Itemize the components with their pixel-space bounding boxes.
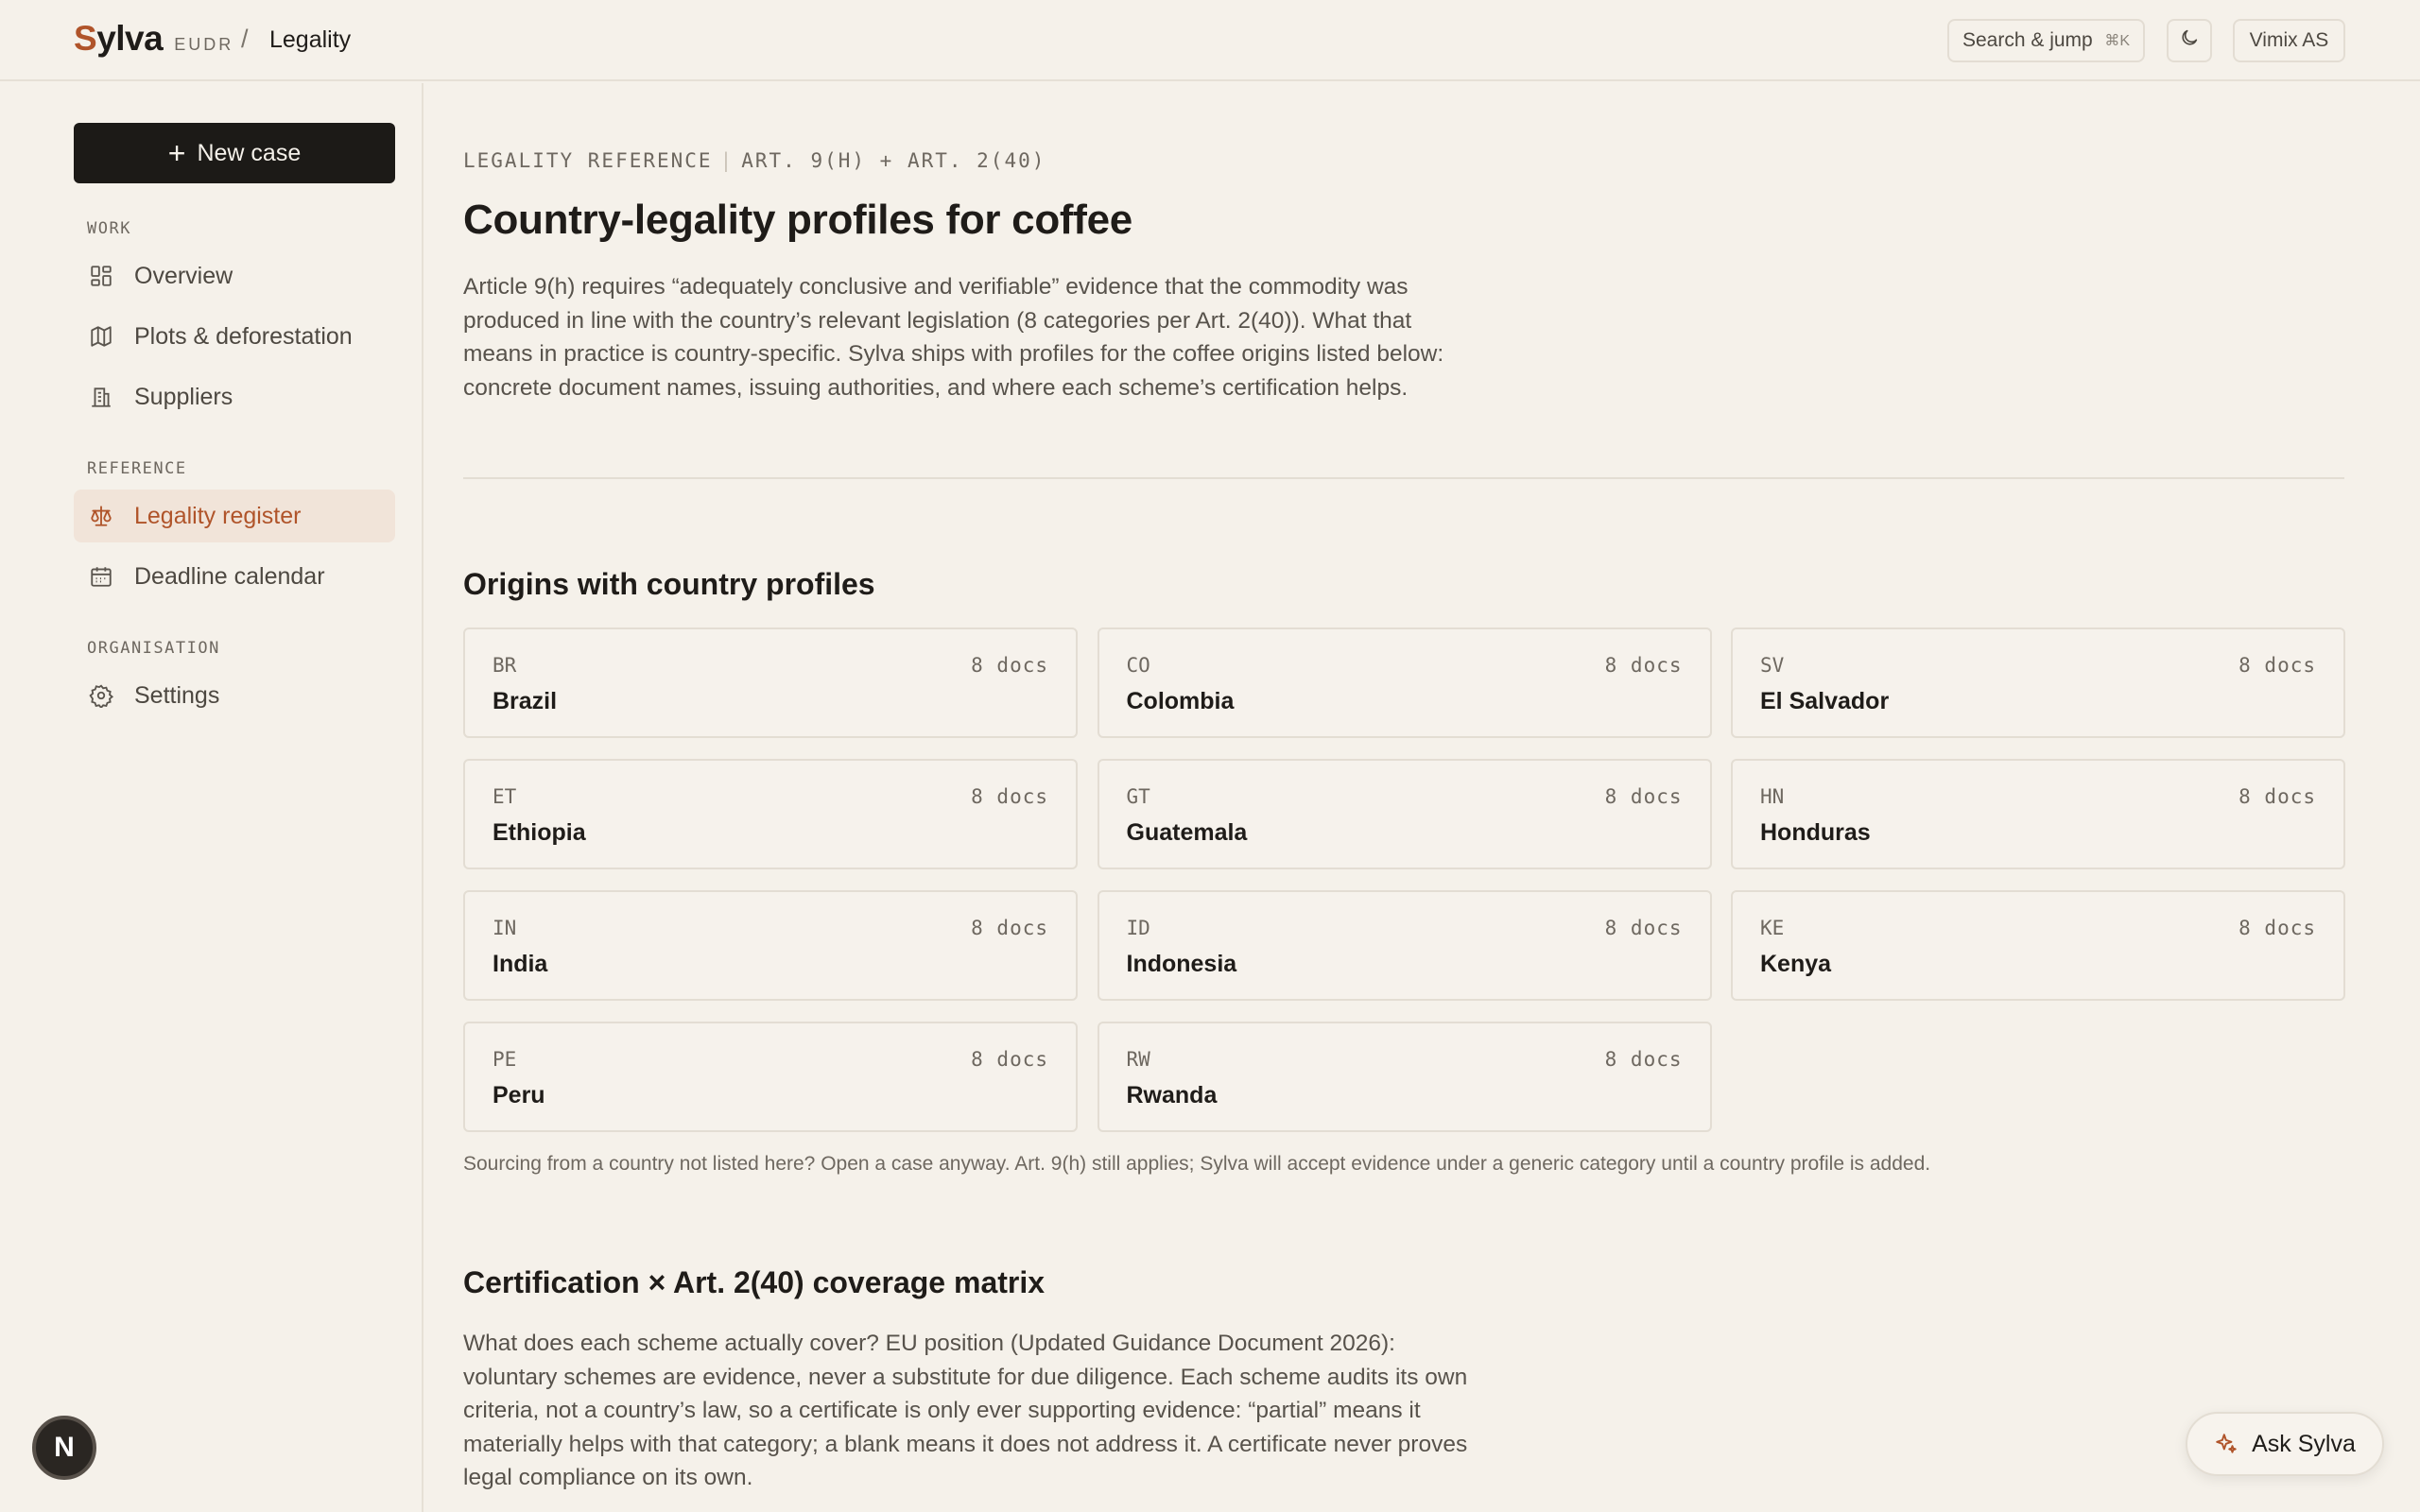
search-shortcut: ⌘K [2104,33,2130,49]
page-title: Country-legality profiles for coffee [463,197,1132,243]
matrix-intro-paragraph: What does each scheme actually cover? EU… [463,1331,1468,1490]
origin-doc-count: 8 docs [1604,1048,1683,1071]
search-button[interactable]: Search & jump ⌘K [1947,19,2145,62]
brand-name: Sylva [74,19,164,58]
sidebar-item-deadline-calendar[interactable]: Deadline calendar [74,550,395,603]
origin-name: Kenya [1760,951,1832,977]
sidebar-item-label: Plots & deforestation [134,322,353,350]
section-label-organisation: ORGANISATION [87,639,220,658]
origin-code: GT [1126,785,1150,808]
sidebar-item-label: Settings [134,681,220,709]
origin-name: Ethiopia [493,819,586,846]
matrix-section-title: Certification × Art. 2(40) coverage matr… [463,1265,1046,1299]
map-icon [87,322,115,351]
origin-doc-count: 8 docs [1604,785,1683,808]
sparkle-icon [2214,1432,2238,1456]
origin-name: India [493,951,548,977]
search-label: Search & jump [1962,29,2093,51]
origin-doc-count: 8 docs [971,785,1048,808]
origin-name: Rwanda [1126,1082,1218,1108]
origin-code: PE [493,1048,517,1071]
origin-code: BR [493,654,517,677]
top-bar: Sylva EUDR / Legality Search & jump ⌘K V… [0,0,2420,81]
origin-name: Indonesia [1126,951,1237,977]
origin-card-br[interactable]: BR 8 docs Brazil [463,627,1078,738]
new-case-label: New case [197,139,302,166]
ask-sylva-label: Ask Sylva [2252,1430,2356,1457]
origins-grid: BR 8 docs Brazil CO 8 docs Colombia SV 8 docs El… [463,627,2345,1132]
origin-code: ET [493,785,517,808]
scales-icon [87,502,115,530]
section-label-reference: REFERENCE [87,459,187,478]
divider [463,477,2344,479]
plus-icon: + [167,136,186,170]
origin-card-sv[interactable]: SV 8 docs El Salvador [1731,627,2345,738]
origin-doc-count: 8 docs [1604,917,1683,939]
avatar[interactable]: N [32,1416,96,1480]
sidebar: + New case WORK Overview Plots & defores… [0,83,424,1512]
origin-doc-count: 8 docs [971,1048,1048,1071]
breadcrumb-current: Legality [269,26,352,53]
eyebrow: LEGALITY REFERENCE | ART. 9(H) + ART. 2(40… [463,149,1046,172]
origin-card-in[interactable]: IN 8 docs India [463,890,1078,1001]
origins-footnote: Sourcing from a country not listed here?… [463,1153,1931,1175]
calendar-icon [87,562,115,591]
origins-section-title: Origins with country profiles [463,567,875,601]
origin-card-rw[interactable]: RW 8 docs Rwanda [1097,1022,1712,1132]
origin-code: RW [1126,1048,1150,1071]
origin-code: KE [1760,917,1785,939]
origin-card-gt[interactable]: GT 8 docs Guatemala [1097,759,1712,869]
ask-sylva-button[interactable]: Ask Sylva [2186,1412,2384,1476]
origin-name: Peru [493,1082,545,1108]
origin-name: Colombia [1126,688,1235,714]
origin-doc-count: 8 docs [2238,654,2316,677]
sidebar-item-overview[interactable]: Overview [74,249,395,302]
origin-doc-count: 8 docs [2238,785,2316,808]
origin-name: Guatemala [1126,819,1248,846]
moon-icon [2179,27,2200,54]
brand-tag: EUDR [174,35,234,54]
origin-code: HN [1760,785,1785,808]
origin-doc-count: 8 docs [971,917,1048,939]
sidebar-item-plots[interactable]: Plots & deforestation [74,310,395,363]
dashboard-grid-icon [87,262,115,290]
eyebrow-section: LEGALITY REFERENCE [463,149,713,172]
origin-code: IN [493,917,517,939]
origin-code: SV [1760,654,1785,677]
origin-doc-count: 8 docs [1604,654,1683,677]
new-case-button[interactable]: + New case [74,123,395,183]
origin-name: Honduras [1760,819,1871,846]
breadcrumb-separator: / [241,25,249,53]
theme-toggle-button[interactable] [2167,19,2212,62]
origin-doc-count: 8 docs [971,654,1048,677]
sidebar-item-label: Deadline calendar [134,562,325,590]
sidebar-item-label: Legality register [134,502,302,529]
sidebar-item-label: Overview [134,262,233,289]
intro-paragraph: Article 9(h) requires “adequately conclu… [463,274,1444,401]
building-icon [87,383,115,411]
origin-card-et[interactable]: ET 8 docs Ethiopia [463,759,1078,869]
origin-card-pe[interactable]: PE 8 docs Peru [463,1022,1078,1132]
sidebar-item-suppliers[interactable]: Suppliers [74,370,395,423]
brand-logo[interactable]: Sylva EUDR [74,19,233,59]
origin-card-ke[interactable]: KE 8 docs Kenya [1731,890,2345,1001]
sidebar-item-label: Suppliers [134,383,233,410]
sidebar-item-legality-register[interactable]: Legality register [74,490,395,542]
gear-icon [87,681,115,710]
origin-card-id[interactable]: ID 8 docs Indonesia [1097,890,1712,1001]
origin-code: CO [1126,654,1150,677]
origin-code: ID [1126,917,1150,939]
sidebar-item-settings[interactable]: Settings [74,669,395,722]
origin-name: El Salvador [1760,688,1890,714]
origin-name: Brazil [493,688,558,714]
eyebrow-divider: | [719,149,735,172]
origin-card-hn[interactable]: HN 8 docs Honduras [1731,759,2345,869]
eyebrow-articles: ART. 9(H) + ART. 2(40) [741,149,1046,172]
section-label-work: WORK [87,219,131,238]
origin-card-co[interactable]: CO 8 docs Colombia [1097,627,1712,738]
org-switcher-button[interactable]: Vimix AS [2233,19,2345,62]
origin-doc-count: 8 docs [2238,917,2316,939]
